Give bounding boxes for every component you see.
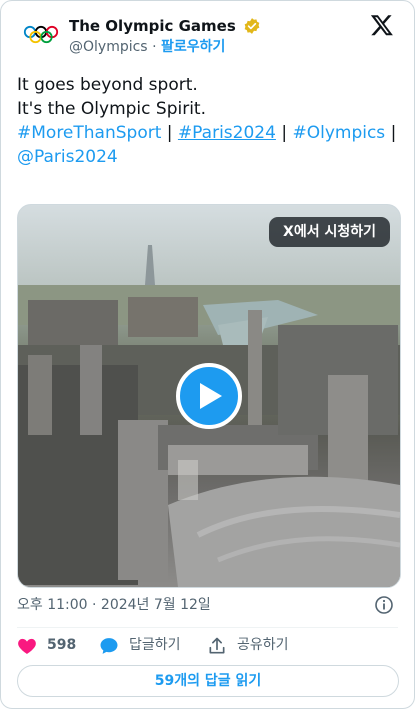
tag-separator: | [166, 123, 173, 143]
like-count: 598 [47, 637, 77, 653]
tweet-line-2: It's the Olympic Spirit. [17, 99, 206, 119]
play-button[interactable] [176, 363, 242, 429]
hashtag-olympics[interactable]: #Olympics [292, 123, 385, 143]
verified-badge-icon [244, 17, 260, 34]
olympic-rings-avatar[interactable] [21, 17, 61, 53]
author-handle[interactable]: @Olympics [69, 39, 148, 55]
dot-separator: · [152, 38, 157, 55]
tag-separator: | [390, 123, 397, 143]
tweet-text: It goes beyond sport. It's the Olympic S… [17, 73, 398, 169]
author-block: The Olympic Games @Olympics · 팔로우하기 [69, 15, 261, 57]
follow-button[interactable]: 팔로우하기 [161, 39, 225, 55]
tweet-line-1: It goes beyond sport. [17, 75, 198, 95]
read-replies-button[interactable]: 59개의 답글 읽기 [17, 665, 399, 697]
hashtag-line: #MoreThanSport | #Paris2024 | #Olympics … [17, 121, 398, 169]
info-icon[interactable] [374, 595, 394, 615]
tweet-card: The Olympic Games @Olympics · 팔로우하기 It g… [0, 0, 415, 709]
tweet-header: The Olympic Games @Olympics · 팔로우하기 [17, 13, 398, 57]
watch-on-x-button[interactable]: X에서 시청하기 [269, 217, 390, 247]
heart-icon [18, 638, 36, 654]
divider [17, 627, 398, 628]
timestamp[interactable]: 오후 11:00 · 2024년 7월 12일 [17, 595, 211, 615]
mention-paris2024[interactable]: @Paris2024 [17, 147, 118, 167]
reply-label: 답글하기 [129, 637, 181, 653]
video-thumbnail[interactable]: X에서 시청하기 [17, 204, 401, 588]
speech-bubble-icon [100, 638, 118, 654]
hashtag-paris2024[interactable]: #Paris2024 [178, 123, 276, 143]
share-label: 공유하기 [237, 637, 289, 653]
play-icon [200, 383, 222, 409]
share-upload-icon [209, 637, 225, 654]
x-logo-icon[interactable] [370, 13, 394, 37]
author-display-name[interactable]: The Olympic Games [69, 16, 236, 36]
hashtag-morethansport[interactable]: #MoreThanSport [17, 123, 161, 143]
tag-separator: | [281, 123, 288, 143]
